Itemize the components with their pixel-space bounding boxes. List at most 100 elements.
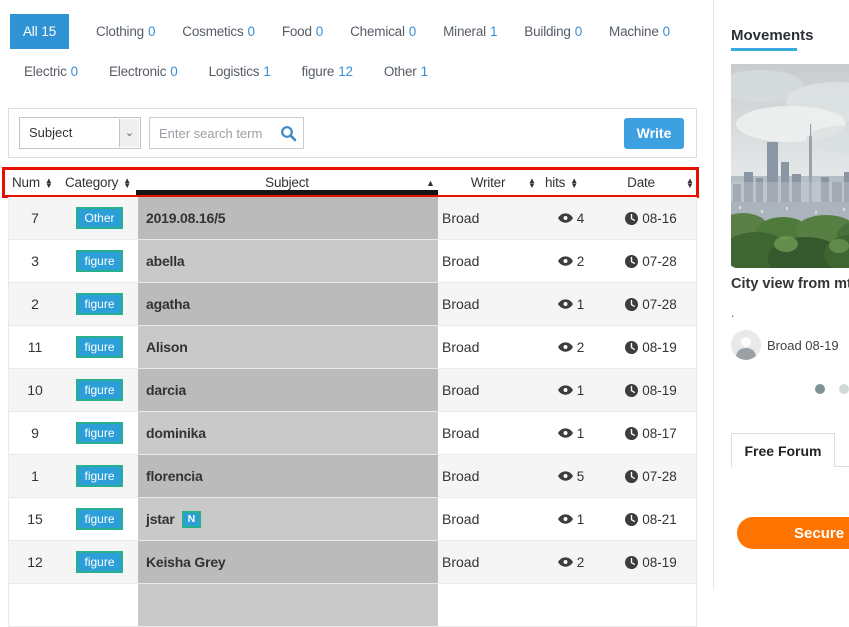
free-forum-tab[interactable]: Free Forum [731,433,835,467]
tab-cosmetics[interactable]: Cosmetics0 [182,24,255,39]
post-date: 08-19 [642,555,677,570]
search-icon[interactable] [280,125,297,142]
secure-forum-button[interactable]: Secure Fo [737,517,849,549]
carousel-dot[interactable] [839,384,849,394]
post-subject-link[interactable]: darcia [138,369,438,411]
tab-label: Other [384,64,417,79]
column-header-category[interactable]: Category ▲▼ [65,170,131,195]
post-writer: Broad [438,197,538,239]
tab-electronic[interactable]: Electronic 0 [109,64,178,79]
post-date: 07-28 [642,469,677,484]
post-subject-link[interactable]: agatha [138,283,438,325]
post-subject-link[interactable]: Keisha Grey [138,541,438,583]
table-row[interactable]: 2 figure agatha Broad 1 07-28 [9,283,696,326]
post-writer: Broad [438,369,538,411]
tab-count: 0 [148,24,155,39]
table-row[interactable]: 10 figure darcia Broad 1 08-19 [9,369,696,412]
table-row[interactable]: 1 figure florencia Broad 5 07-28 [9,455,696,498]
clock-icon [625,341,638,354]
tab-label: Electronic [109,64,166,79]
post-writer: Broad [438,326,538,368]
eye-icon [558,342,573,352]
hits-count: 1 [577,426,585,441]
new-post-badge: N [182,511,201,528]
search-field-select[interactable]: Subject ⌄ [19,117,141,149]
hits-count: 1 [577,297,585,312]
hits-count: 4 [577,211,585,226]
tab-label: Food [282,24,312,39]
table-row[interactable]: 12 figure Keisha Grey Broad 2 08-19 [9,541,696,584]
eye-icon [558,256,573,266]
category-tabs-row-1: All15 Clothing0 Cosmetics0 Food0 Chemica… [10,12,670,50]
category-badge[interactable]: figure [76,551,122,573]
post-subject-link[interactable]: abella [138,240,438,282]
write-button[interactable]: Write [624,118,684,149]
post-subject-link[interactable]: dominika [138,412,438,454]
tab-label: figure [302,64,335,79]
tab-label: Building [524,24,570,39]
table-row[interactable]: 11 figure Alison Broad 2 08-19 [9,326,696,369]
post-date: 08-21 [642,512,677,527]
clock-icon [625,298,638,311]
tab-count: 0 [575,24,582,39]
tab-count: 12 [338,64,353,79]
movements-tab[interactable]: Movements [731,27,814,44]
tab-building[interactable]: Building 0 [524,24,582,39]
column-header-hits[interactable]: hits ▲▼ [545,170,578,195]
table-row[interactable]: 3 figure abella Broad 2 07-28 [9,240,696,283]
hits-count: 2 [577,340,585,355]
tab-chemical[interactable]: Chemical0 [350,24,416,39]
tab-other[interactable]: Other 1 [384,64,428,79]
post-date: 07-28 [642,254,677,269]
category-badge[interactable]: figure [76,465,122,487]
category-badge[interactable]: figure [76,508,122,530]
eye-icon [558,299,573,309]
tab-all[interactable]: All15 [10,14,69,49]
category-badge[interactable]: figure [76,336,122,358]
tab-logistics[interactable]: Logistics1 [209,64,271,79]
category-badge[interactable]: figure [76,422,122,444]
tab-electric[interactable]: Electric0 [24,64,78,79]
post-date: 08-17 [642,426,677,441]
post-num: 3 [9,240,61,282]
sort-icon: ▲▼ [681,170,694,195]
post-thumbnail-city-photo[interactable] [731,64,849,268]
table-row[interactable]: 15 figure jstarN Broad 1 08-21 [9,498,696,541]
movements-active-underline [731,48,797,51]
hits-count: 1 [577,383,585,398]
carousel-dot-active[interactable] [815,384,825,394]
tab-count: 0 [170,64,177,79]
tab-figure[interactable]: figure12 [302,64,353,79]
table-row[interactable]: 9 figure dominika Broad 1 08-17 [9,412,696,455]
hits-count: 2 [577,254,585,269]
tab-mineral[interactable]: Mineral1 [443,24,497,39]
avatar [731,330,761,360]
table-row[interactable]: 7 Other 2019.08.16/5 Broad 4 08-16 [9,197,696,240]
eye-icon [558,471,573,481]
category-badge[interactable]: figure [76,379,122,401]
sidebar-post-title[interactable]: City view from mt. Ba [731,276,849,292]
sidebar-post-author-row: Broad 08-19 [731,330,839,360]
category-badge[interactable]: figure [76,293,122,315]
tab-count: 0 [663,24,670,39]
tab-clothing[interactable]: Clothing0 [96,24,155,39]
post-subject-link[interactable]: jstarN [138,498,438,540]
post-num: 10 [9,369,61,411]
sort-icon: ▲▼ [570,178,578,188]
post-num: 11 [9,326,61,368]
tab-label: All [23,24,37,39]
tab-machine[interactable]: Machine0 [609,24,670,39]
tab-count: 0 [409,24,416,39]
post-num: 15 [9,498,61,540]
post-subject-link[interactable]: 2019.08.16/5 [138,197,438,239]
category-badge[interactable]: figure [76,250,122,272]
post-subject-link[interactable]: florencia [138,455,438,497]
column-header-date[interactable]: Date [603,170,679,195]
post-subject-link[interactable]: Alison [138,326,438,368]
tab-food[interactable]: Food0 [282,24,323,39]
clock-icon [625,556,638,569]
search-input-wrap [149,117,304,149]
column-header-num[interactable]: Num ▲▼ [12,170,53,195]
tab-count: 1 [421,64,428,79]
category-badge[interactable]: Other [76,207,122,229]
